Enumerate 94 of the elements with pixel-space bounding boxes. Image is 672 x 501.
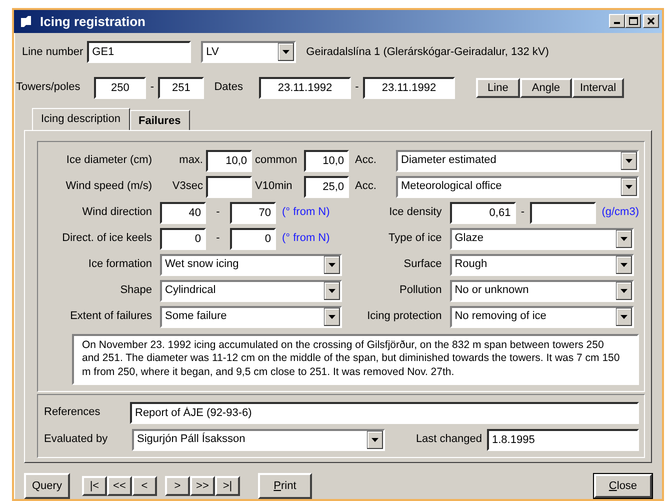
minimize-button[interactable] [609,14,625,28]
field-label: Towers/poles [16,80,80,96]
dropdown-field[interactable]: No or unknown [450,280,634,302]
dropdown-field[interactable]: No removing of ice [450,306,634,328]
range-separator: - [520,205,526,220]
field-label: Pollution [398,283,442,298]
print-button[interactable]: Print [258,473,312,499]
navigation-button[interactable]: < [132,476,157,496]
dropdown-arrow-icon [621,178,637,196]
number-field[interactable]: 70 [230,202,276,224]
dropdown-field[interactable]: Rough [450,254,634,276]
date-to-field[interactable]: 23.11.1992 [362,76,455,99]
field-label: Surface [402,257,442,272]
unit-label: (° from N) [282,231,330,246]
description-text: On November 23. 1992 icing accumulated on the crossing of Gilsfjörður, on the 832 m span between towers 250 and 251. The diameter was 11-12 cm on the middle of the span, but diminished towards the towers. It was 7 cm 150 m from 250, where it began, and 9,5 cm close to 251. It was removed Nov. 27th. [72,334,639,385]
dropdown-arrow-icon [616,282,632,300]
navigation-button[interactable]: |< [82,476,107,496]
number-field[interactable] [530,202,596,224]
range-separator: - [354,80,360,96]
query-button[interactable]: Query [24,473,70,499]
dropdown-arrow-icon [621,152,637,170]
tower-to-field[interactable]: 251 [158,76,204,99]
field-label: Wind speed (m/s) [64,179,152,194]
number-field[interactable] [206,176,252,198]
dropdown-arrow-icon [367,430,383,449]
close-button[interactable]: Close [594,474,652,498]
close-window-button[interactable] [643,14,659,28]
line-number-field[interactable]: GE1 [87,40,192,63]
field-label: Direct. of ice keels [61,231,152,246]
dropdown-field[interactable]: Cylindrical [160,280,342,302]
close-icon [646,16,656,26]
dropdown-field[interactable]: Wet snow icing [160,254,342,276]
last-changed-field[interactable]: 1.8.1995 [487,428,639,451]
unit-label: (° from N) [282,205,330,220]
range-separator: - [149,80,156,96]
range-separator: - [215,205,221,220]
field-label: References [44,405,102,420]
dropdown-arrow-icon [616,230,632,248]
number-field[interactable]: 10,0 [206,150,252,172]
field-label: V3sec [171,179,203,194]
field-label: Shape [119,283,152,298]
unit-label: (g/cm3) [602,205,639,220]
field-label: Wind direction [81,205,152,220]
maximize-icon [628,16,638,26]
field-label: Line number [22,44,84,60]
navigation-button[interactable]: << [106,476,132,496]
field-label: Icing protection [366,309,442,324]
field-label: max. [178,153,203,168]
number-field[interactable]: 0 [230,228,276,250]
field-label: Dates [214,80,243,96]
date-from-field[interactable]: 23.11.1992 [258,76,351,99]
maximize-button[interactable] [625,14,641,28]
number-field[interactable]: 25,0 [304,176,349,198]
minimize-icon [614,22,620,24]
tab[interactable]: Failures [130,110,190,130]
navigation-button[interactable]: >| [214,476,240,496]
field-label: Extent of failures [69,309,152,324]
field-label: Last changed [414,432,482,448]
navigation-button[interactable]: > [164,476,190,496]
header-button[interactable]: Line [476,78,520,98]
line-code-dropdown[interactable]: LV [201,40,296,63]
dropdown-arrow-icon [324,308,340,326]
number-field[interactable]: 0 [160,228,206,250]
field-label: Evaluated by [44,432,109,448]
tab[interactable]: Icing description [32,108,130,130]
dropdown-field[interactable]: Some failure [160,306,342,328]
line-name-text: Geiradalslína 1 (Glerárskógar-Geiradalur, 132 kV) [306,44,549,60]
evaluator-dropdown[interactable]: Sigurjón Páll Ísaksson [132,428,385,451]
dropdown-arrow-icon [616,256,632,274]
dropdown-arrow-icon [324,256,340,274]
header-button[interactable]: Interval [572,78,624,98]
header-button[interactable]: Angle [520,78,572,98]
number-field[interactable]: 40 [160,202,206,224]
accuracy-dropdown[interactable]: Meteorological office [396,176,639,198]
field-label: Type of ice [388,231,442,246]
field-label: common [254,153,298,168]
app-icon [20,15,32,28]
number-field[interactable]: 10,0 [304,150,349,172]
field-label: V10min [254,179,294,194]
navigation-button[interactable]: >> [190,476,215,496]
accuracy-dropdown[interactable]: Diameter estimated [396,150,639,172]
number-field[interactable]: 0,61 [450,202,516,224]
field-label: Ice density [388,205,442,220]
dropdown-arrow-icon [616,308,632,326]
window-title: Icing registration [40,12,146,31]
dropdown-arrow-icon [278,42,294,61]
tower-from-field[interactable]: 250 [94,76,146,99]
field-label: Ice diameter (cm) [65,153,152,168]
dropdown-field[interactable]: Glaze [450,228,634,250]
dropdown-arrow-icon [324,282,340,300]
range-separator: - [215,231,221,246]
field-label: Acc. [354,179,378,194]
field-label: Acc. [354,153,378,168]
field-label: Ice formation [87,257,152,272]
